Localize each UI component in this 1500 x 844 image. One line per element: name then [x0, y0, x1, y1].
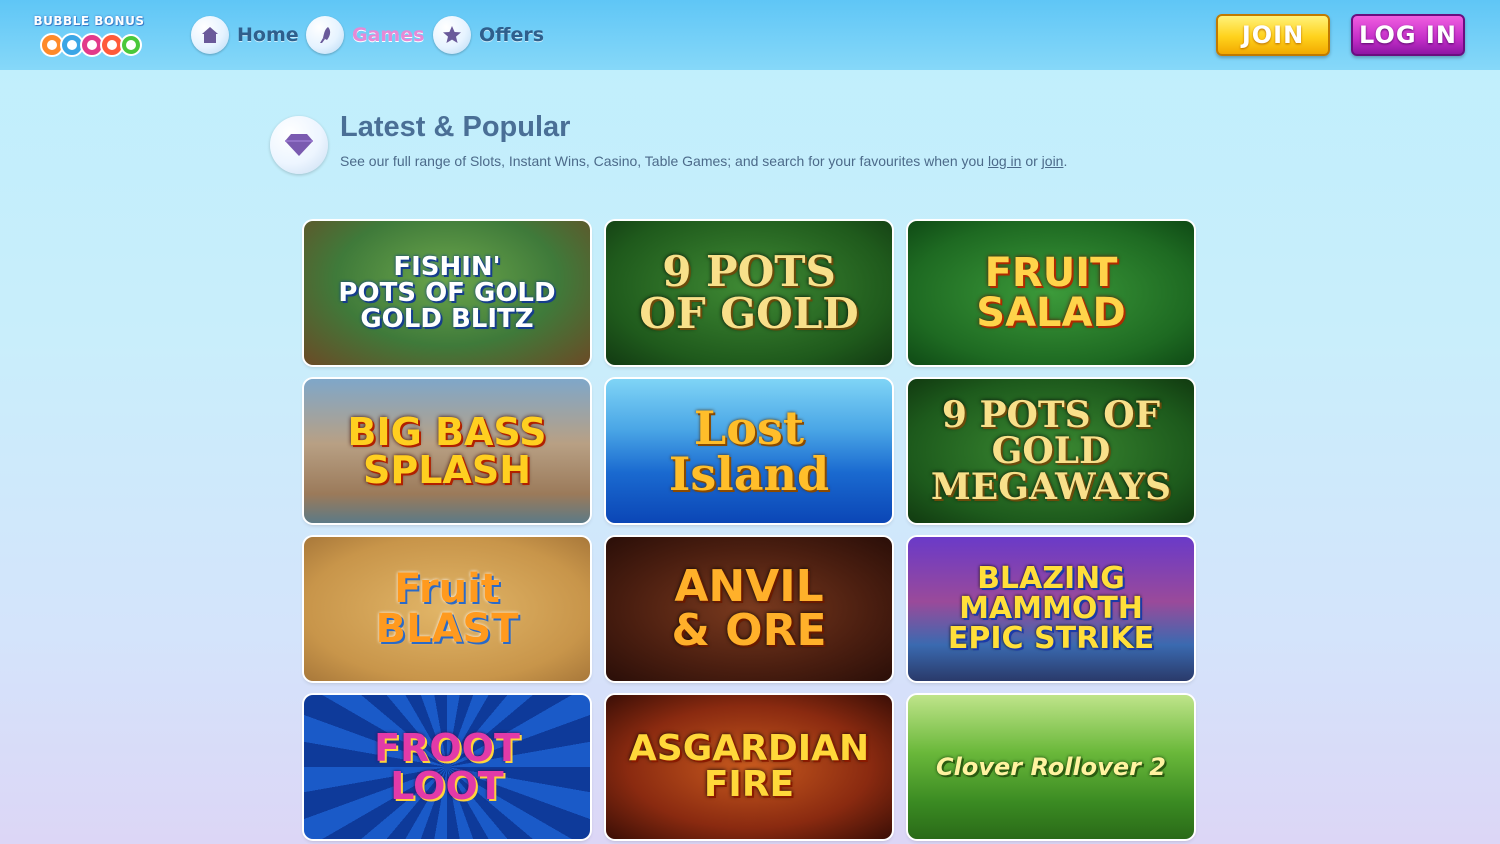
subtitle-connector: or	[1021, 153, 1042, 169]
diamond-icon	[270, 116, 328, 174]
nav-offers[interactable]: Offers	[433, 16, 544, 54]
game-title: FROOT LOOT	[374, 726, 520, 808]
game-tile[interactable]: FROOT LOOT	[304, 695, 590, 839]
subtitle-end: .	[1063, 153, 1068, 169]
login-link[interactable]: log in	[988, 153, 1021, 169]
house-icon	[191, 16, 229, 54]
logo-text: BUBBLE BONUS	[33, 14, 145, 28]
bingo-balls-icon	[40, 33, 142, 57]
game-tile[interactable]: BIG BASS SPLASH	[304, 379, 590, 523]
game-title: BLAZING MAMMOTH EPIC STRIKE	[947, 561, 1155, 656]
star-icon	[433, 16, 471, 54]
subtitle-text: See our full range of Slots, Instant Win…	[340, 153, 988, 169]
page-title: Latest & Popular	[340, 111, 571, 143]
game-tile[interactable]: ANVIL & ORE	[606, 537, 892, 681]
game-tile[interactable]: FRUIT SALAD	[908, 221, 1194, 365]
game-tile[interactable]: ASGARDIAN FIRE	[606, 695, 892, 839]
game-tile[interactable]: Fruit BLAST	[304, 537, 590, 681]
game-tile[interactable]: 9 POTS OF GOLD	[606, 221, 892, 365]
game-tile[interactable]: BLAZING MAMMOTH EPIC STRIKE	[908, 537, 1194, 681]
game-title: 9 POTS OF GOLD	[639, 247, 859, 338]
game-title: Lost Island	[668, 401, 830, 501]
game-tile[interactable]: 9 POTS OF GOLD MEGAWAYS	[908, 379, 1194, 523]
nav-games-label: Games	[352, 24, 425, 46]
game-title: ANVIL & ORE	[671, 561, 827, 656]
game-tile[interactable]: Lost Island	[606, 379, 892, 523]
nav-home[interactable]: Home	[191, 16, 299, 54]
game-title: FISHIN' POTS OF GOLD GOLD BLITZ	[338, 252, 556, 334]
game-title: Clover Rollover 2	[936, 753, 1166, 781]
game-tile[interactable]: FISHIN' POTS OF GOLD GOLD BLITZ	[304, 221, 590, 365]
game-title: BIG BASS SPLASH	[347, 410, 547, 492]
join-link[interactable]: join	[1042, 153, 1064, 169]
game-title: ASGARDIAN FIRE	[628, 728, 870, 805]
game-title: 9 POTS OF GOLD MEGAWAYS	[930, 394, 1172, 508]
game-grid: FISHIN' POTS OF GOLD GOLD BLITZ 9 POTS O…	[304, 221, 1196, 839]
top-navigation-bar: BUBBLE BONUS Home Games Offers JOIN LOG …	[0, 0, 1500, 70]
game-title: FRUIT SALAD	[976, 250, 1126, 336]
nav-games[interactable]: Games	[306, 16, 424, 54]
game-title: Fruit BLAST	[375, 566, 519, 652]
nav-home-label: Home	[237, 24, 299, 46]
site-logo[interactable]: BUBBLE BONUS	[32, 10, 146, 60]
join-button[interactable]: JOIN	[1216, 14, 1330, 56]
rocket-icon	[306, 16, 344, 54]
page-subtitle: See our full range of Slots, Instant Win…	[340, 153, 1067, 169]
nav-offers-label: Offers	[479, 24, 545, 46]
game-tile[interactable]: Clover Rollover 2	[908, 695, 1194, 839]
login-button[interactable]: LOG IN	[1351, 14, 1465, 56]
